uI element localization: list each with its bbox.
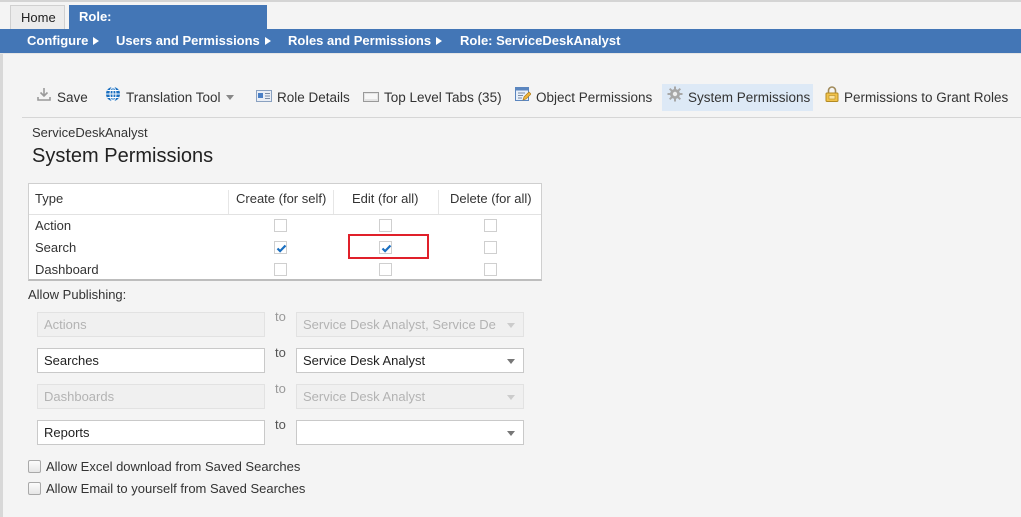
translation-tool-button[interactable]: Translation Tool [105, 84, 234, 111]
role-details-label: Role Details [277, 90, 350, 105]
breadcrumb-current-role: Role: ServiceDeskAnalyst [460, 29, 620, 53]
column-separator [333, 190, 334, 214]
tab-role-servicedeskanalyst[interactable]: Role: ServiceDeskAnalyst✕ [69, 5, 267, 49]
column-header-edit: Edit (for all) [352, 191, 419, 206]
chevron-down-icon [507, 359, 515, 364]
system-permissions-button[interactable]: System Permissions [662, 84, 813, 111]
to-label: to [275, 345, 286, 360]
tab-icon [363, 84, 379, 111]
checkbox-action-edit[interactable] [379, 219, 392, 232]
checkbox-action-delete[interactable] [484, 219, 497, 232]
allow-email-option[interactable]: Allow Email to yourself from Saved Searc… [28, 480, 305, 498]
breadcrumb: Configure Users and Permissions Roles an… [0, 29, 1021, 54]
column-separator [438, 190, 439, 214]
option-label: Allow Email to yourself from Saved Searc… [46, 481, 306, 496]
publishing-reports-input[interactable]: Reports [37, 420, 265, 445]
role-name-subtitle: ServiceDeskAnalyst [32, 125, 148, 140]
table-header: Type Create (for self) Edit (for all) De… [29, 184, 541, 215]
tab-home[interactable]: Home [10, 5, 65, 31]
publishing-row: Reports to [37, 417, 527, 446]
breadcrumb-roles-label: Roles and Permissions [288, 33, 432, 48]
publishing-searches-target-select[interactable]: Service Desk Analyst [296, 348, 524, 373]
permissions-table: Type Create (for self) Edit (for all) De… [28, 183, 542, 281]
edit-form-icon [515, 84, 532, 111]
chevron-right-icon [93, 37, 100, 45]
checkbox-dashboard-edit[interactable] [379, 263, 392, 276]
checkmark-icon [276, 244, 287, 253]
column-header-create: Create (for self) [236, 191, 327, 206]
gear-icon [667, 84, 683, 111]
highlight-box [348, 234, 429, 259]
chevron-right-icon [264, 37, 271, 45]
toolbar: Save Translation Tool Role Details Top L… [30, 84, 1015, 111]
chevron-down-icon [507, 323, 515, 328]
to-label: to [275, 381, 286, 396]
checkbox-search-delete[interactable] [484, 241, 497, 254]
object-permissions-button[interactable]: Object Permissions [515, 84, 652, 111]
publishing-row: Actions to Service Desk Analyst, Service D… [37, 309, 527, 338]
left-edge-bar [0, 54, 3, 517]
chevron-down-icon [507, 431, 515, 436]
allow-excel-download-option[interactable]: Allow Excel download from Saved Searches [28, 458, 300, 476]
checkbox-dashboard-delete[interactable] [484, 263, 497, 276]
table-row: Action [29, 215, 541, 237]
translation-tool-label: Translation Tool [126, 90, 221, 105]
save-label: Save [57, 90, 88, 105]
to-label: to [275, 417, 286, 432]
publishing-searches-input[interactable]: Searches [37, 348, 265, 373]
lock-icon [825, 84, 839, 111]
breadcrumb-users-label: Users and Permissions [116, 33, 260, 48]
tab-home-label: Home [21, 10, 56, 25]
globe-icon [105, 84, 121, 111]
column-separator [228, 190, 229, 214]
checkbox-search-create[interactable] [274, 241, 287, 254]
role-details-button[interactable]: Role Details [256, 84, 350, 111]
chevron-down-icon [225, 95, 234, 100]
column-header-type: Type [35, 191, 64, 206]
permissions-to-grant-roles-button[interactable]: Permissions to Grant Roles [825, 84, 1008, 111]
table-row: Search [29, 237, 541, 259]
publishing-dashboards-input: Dashboards [37, 384, 265, 409]
save-button[interactable]: Save [36, 84, 88, 111]
row-type-label: Dashboard [35, 262, 99, 277]
breadcrumb-current-label: Role: ServiceDeskAnalyst [460, 33, 621, 48]
table-row: Dashboard [29, 259, 541, 281]
page-title: System Permissions [32, 145, 214, 167]
publishing-actions-target-select: Service Desk Analyst, Service De [296, 312, 524, 337]
publishing-row: Dashboards to Service Desk Analyst [37, 381, 527, 410]
top-level-tabs-button[interactable]: Top Level Tabs (35) [363, 84, 502, 111]
row-type-label: Search [35, 240, 77, 255]
select-value: Service Desk Analyst, Service De [303, 317, 496, 332]
chevron-right-icon [436, 37, 443, 45]
tab-bar: Home Role: ServiceDeskAnalyst✕ [0, 0, 1021, 49]
checkbox[interactable] [28, 482, 41, 495]
breadcrumb-configure[interactable]: Configure [27, 29, 100, 53]
object-permissions-label: Object Permissions [536, 90, 653, 105]
column-header-delete: Delete (for all) [450, 191, 532, 206]
select-value: Service Desk Analyst [303, 389, 426, 404]
chevron-down-icon [507, 395, 515, 400]
checkbox-dashboard-create[interactable] [274, 263, 287, 276]
system-permissions-label: System Permissions [688, 90, 811, 105]
download-icon [36, 84, 52, 111]
breadcrumb-configure-label: Configure [27, 33, 89, 48]
allow-publishing-label: Allow Publishing: [28, 287, 127, 302]
id-card-icon [256, 84, 272, 111]
to-label: to [275, 309, 286, 324]
publishing-row: Searches to Service Desk Analyst [37, 345, 527, 374]
breadcrumb-users-and-permissions[interactable]: Users and Permissions [116, 29, 271, 53]
checkbox-action-create[interactable] [274, 219, 287, 232]
row-type-label: Action [35, 218, 72, 233]
permissions-to-grant-roles-label: Permissions to Grant Roles [844, 90, 1009, 105]
top-level-tabs-label: Top Level Tabs (35) [384, 90, 502, 105]
checkbox[interactable] [28, 460, 41, 473]
publishing-reports-target-select[interactable] [296, 420, 524, 445]
breadcrumb-roles-and-permissions[interactable]: Roles and Permissions [288, 29, 443, 53]
select-value: Service Desk Analyst [303, 353, 426, 368]
toolbar-divider [22, 117, 1021, 118]
publishing-dashboards-target-select: Service Desk Analyst [296, 384, 524, 409]
option-label: Allow Excel download from Saved Searches [46, 459, 301, 474]
publishing-actions-input: Actions [37, 312, 265, 337]
